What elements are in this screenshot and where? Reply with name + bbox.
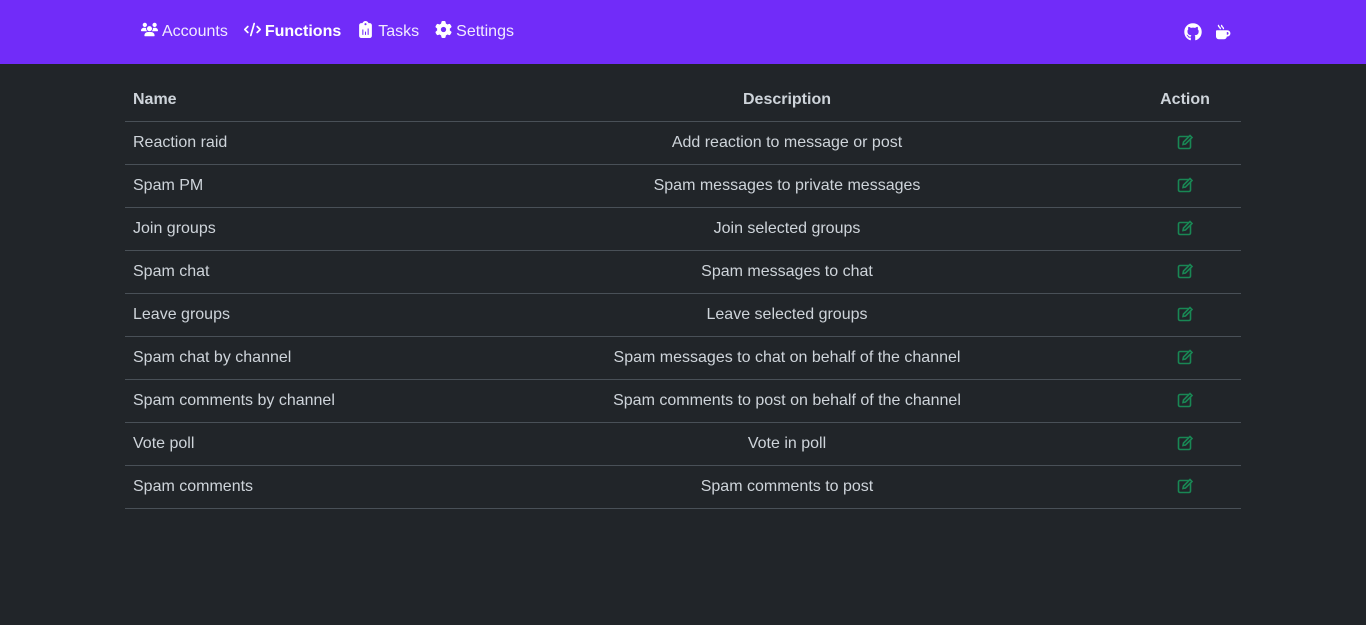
nav-links: Accounts Functions Tasks Settings <box>141 0 514 64</box>
functions-table: Name Description Action Reaction raid Add… <box>125 80 1241 509</box>
function-action <box>1129 164 1241 208</box>
table-row: Spam chat by channel Spam messages to cha… <box>125 336 1241 380</box>
nav-item-tasks[interactable]: Tasks <box>357 21 419 43</box>
edit-icon[interactable] <box>1177 392 1193 408</box>
nav-label-settings: Settings <box>456 23 514 40</box>
gear-icon <box>435 21 452 43</box>
edit-icon[interactable] <box>1177 349 1193 365</box>
table-row: Spam PM Spam messages to private messages <box>125 164 1241 208</box>
function-name: Spam comments <box>125 465 445 509</box>
github-icon[interactable] <box>1184 23 1202 41</box>
function-action <box>1129 121 1241 165</box>
function-action <box>1129 250 1241 294</box>
nav-right <box>1184 0 1234 64</box>
nav-label-functions: Functions <box>264 23 342 40</box>
function-description: Spam messages to chat on behalf of the c… <box>445 336 1129 380</box>
header-name: Name <box>125 80 445 122</box>
header-description: Description <box>445 80 1129 122</box>
table-row: Leave groups Leave selected groups <box>125 293 1241 337</box>
function-name: Vote poll <box>125 422 445 466</box>
code-icon <box>243 21 261 43</box>
header-action: Action <box>1129 80 1241 122</box>
function-description: Spam messages to chat <box>445 250 1129 294</box>
nav-item-settings[interactable]: Settings <box>435 21 514 43</box>
table-row: Reaction raid Add reaction to message or … <box>125 121 1241 165</box>
edit-icon[interactable] <box>1177 134 1193 150</box>
function-action <box>1129 422 1241 466</box>
nav-item-accounts[interactable]: Accounts <box>141 21 228 43</box>
function-description: Join selected groups <box>445 207 1129 251</box>
function-name: Spam comments by channel <box>125 379 445 423</box>
table-row: Join groups Join selected groups <box>125 207 1241 251</box>
coffee-icon[interactable] <box>1216 23 1234 41</box>
nav-label-accounts: Accounts <box>162 23 228 40</box>
function-name: Leave groups <box>125 293 445 337</box>
function-action <box>1129 293 1241 337</box>
table-header-row: Name Description Action <box>125 80 1241 122</box>
clipboard-icon <box>357 21 374 43</box>
functions-table-wrap: Name Description Action Reaction raid Add… <box>125 80 1241 509</box>
edit-icon[interactable] <box>1177 263 1193 279</box>
function-description: Vote in poll <box>445 422 1129 466</box>
function-name: Spam chat <box>125 250 445 294</box>
edit-icon[interactable] <box>1177 220 1193 236</box>
users-icon <box>141 21 158 43</box>
function-action <box>1129 465 1241 509</box>
function-action <box>1129 336 1241 380</box>
table-row: Spam chat Spam messages to chat <box>125 250 1241 294</box>
function-name: Reaction raid <box>125 121 445 165</box>
function-name: Spam PM <box>125 164 445 208</box>
function-description: Spam comments to post <box>445 465 1129 509</box>
function-action <box>1129 207 1241 251</box>
nav-item-functions[interactable]: Functions <box>243 21 342 43</box>
function-description: Spam messages to private messages <box>445 164 1129 208</box>
function-action <box>1129 379 1241 423</box>
nav-label-tasks: Tasks <box>378 23 420 40</box>
edit-icon[interactable] <box>1177 306 1193 322</box>
table-row: Spam comments by channel Spam comments to… <box>125 379 1241 423</box>
edit-icon[interactable] <box>1177 435 1193 451</box>
function-description: Add reaction to message or post <box>445 121 1129 165</box>
function-name: Spam chat by channel <box>125 336 445 380</box>
edit-icon[interactable] <box>1177 478 1193 494</box>
table-row: Spam comments Spam comments to post <box>125 465 1241 509</box>
function-description: Spam comments to post on behalf of the c… <box>445 379 1129 423</box>
edit-icon[interactable] <box>1177 177 1193 193</box>
function-description: Leave selected groups <box>445 293 1129 337</box>
top-navbar: Accounts Functions Tasks Settings <box>0 0 1366 64</box>
table-row: Vote poll Vote in poll <box>125 422 1241 466</box>
function-name: Join groups <box>125 207 445 251</box>
